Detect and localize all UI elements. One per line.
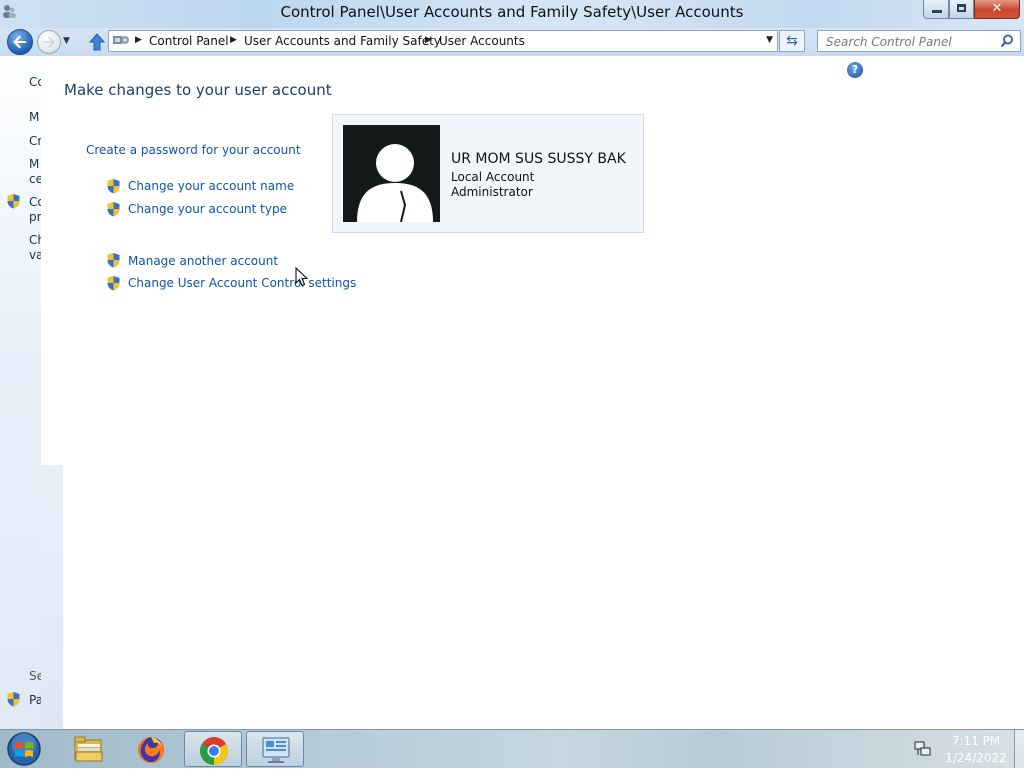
control-panel-icon [262, 737, 290, 763]
parental-controls-icon [7, 692, 20, 707]
up-arrow-icon[interactable] [87, 32, 107, 52]
search-box[interactable] [817, 30, 1021, 52]
uac-shield-icon [7, 194, 20, 209]
uac-shield-icon [107, 253, 120, 268]
navigation-bar: ▼ ▶ Control Panel ▶ User Accounts and Fa… [0, 28, 1024, 56]
left-link-1[interactable]: M [29, 109, 39, 125]
mouse-cursor-icon [295, 267, 309, 287]
clock-time[interactable]: 7:11 PM [938, 734, 1014, 748]
recent-pages-dropdown[interactable]: ▼ [63, 36, 70, 46]
left-link-3[interactable]: M [29, 156, 39, 172]
search-icon[interactable] [1000, 34, 1014, 48]
account-role: Administrator [451, 185, 533, 199]
close-button[interactable]: ✕ [974, 0, 1020, 19]
user-avatar [343, 125, 440, 222]
uac-shield-icon [107, 179, 120, 194]
uac-shield-icon [107, 276, 120, 291]
back-arrow-icon [13, 35, 26, 49]
start-button[interactable] [4, 731, 44, 767]
refresh-button[interactable]: ⇆ [779, 30, 805, 52]
breadcrumb-separator-icon[interactable]: ▶ [230, 35, 237, 45]
create-password-link[interactable]: Create a password for your account [86, 143, 301, 157]
taskbar-google-chrome[interactable] [184, 731, 242, 767]
close-icon: ✕ [991, 1, 1003, 16]
network-icon[interactable] [914, 740, 932, 758]
restore-button[interactable] [949, 0, 974, 19]
title-bar: Control Panel\User Accounts and Family S… [0, 0, 1024, 28]
account-type: Local Account [451, 170, 535, 184]
user-name: UR MOM SUS SUSSY BAK [451, 151, 626, 167]
chrome-icon [200, 737, 228, 765]
refresh-icon: ⇆ [786, 33, 798, 49]
page-title: Make changes to your user account [64, 81, 332, 99]
breadcrumb-user-accounts-family-safety[interactable]: User Accounts and Family Safety [244, 34, 441, 48]
search-input[interactable] [824, 33, 998, 51]
firefox-icon [138, 737, 164, 763]
breadcrumb-separator-icon[interactable]: ▶ [425, 35, 432, 45]
minimize-button[interactable] [923, 0, 949, 19]
pane-shadow [41, 465, 63, 729]
breadcrumb-user-accounts[interactable]: User Accounts [439, 34, 525, 48]
restore-icon [957, 4, 966, 12]
clock-date[interactable]: 1/24/2022 [938, 751, 1014, 765]
taskbar-windows-explorer[interactable] [60, 731, 118, 767]
taskbar: 7:11 PM 1/24/2022 [0, 729, 1024, 768]
window-title: Control Panel\User Accounts and Family S… [280, 3, 744, 21]
taskbar-firefox[interactable] [122, 731, 180, 767]
folder-icon [74, 736, 103, 762]
change-uac-settings-link[interactable]: Change User Account Control settings [128, 276, 356, 290]
main-content: ? Make changes to your user account Crea… [41, 56, 1024, 729]
forward-button[interactable] [37, 30, 61, 54]
control-panel-icon [112, 33, 130, 49]
forward-arrow-icon [43, 36, 56, 48]
show-desktop-button[interactable] [1014, 730, 1024, 768]
change-account-type-link[interactable]: Change your account type [128, 202, 287, 216]
minimize-icon [932, 10, 942, 13]
back-button[interactable] [7, 29, 33, 55]
user-account-card: UR MOM SUS SUSSY BAK Local Account Admin… [332, 114, 644, 233]
uac-shield-icon [107, 202, 120, 217]
manage-another-account-link[interactable]: Manage another account [128, 254, 278, 268]
breadcrumb-control-panel[interactable]: Control Panel [149, 34, 229, 48]
address-dropdown-icon[interactable]: ▼ [766, 35, 773, 45]
address-bar[interactable]: ▶ Control Panel ▶ User Accounts and Fami… [108, 30, 778, 52]
left-link-4-cont[interactable]: pr [29, 209, 42, 225]
breadcrumb-separator-icon[interactable]: ▶ [135, 35, 142, 45]
change-account-name-link[interactable]: Change your account name [128, 179, 294, 193]
help-icon[interactable]: ? [847, 62, 863, 78]
taskbar-control-panel[interactable] [246, 731, 304, 767]
